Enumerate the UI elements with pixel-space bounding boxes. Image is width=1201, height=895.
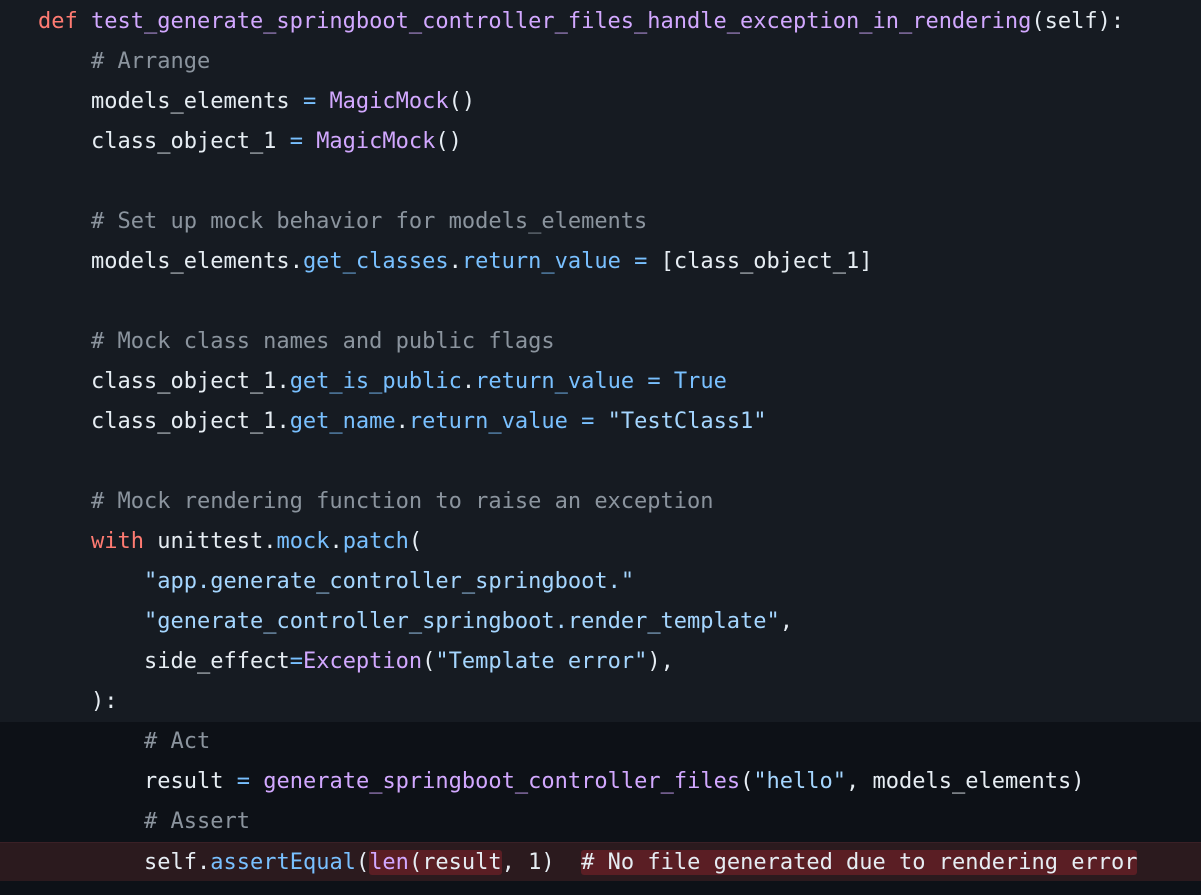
attribute: mock [276, 529, 330, 554]
operator: = [634, 249, 648, 274]
attribute: return_value [475, 369, 635, 394]
method: assertEqual [210, 850, 356, 875]
error-highlight: len(result [369, 850, 502, 875]
punct: ): [91, 689, 118, 714]
operator: = [647, 369, 661, 394]
call-args: , models_elements) [846, 769, 1085, 794]
function-name: test_generate_springboot_controller_file… [91, 9, 1032, 34]
keyword-def: def [38, 9, 78, 34]
string: "Template error" [435, 649, 648, 674]
code-line-3: models_elements = MagicMock() [0, 82, 1201, 122]
comment: # Mock rendering function to raise an ex… [91, 489, 714, 514]
call-args: () [435, 129, 462, 154]
string: "TestClass1" [607, 409, 767, 434]
operator: = [289, 129, 303, 154]
string: "app.generate_controller_springboot." [144, 569, 635, 594]
code-line-6: # Set up mock behavior for models_elemen… [0, 202, 1201, 242]
constant: True [673, 369, 727, 394]
code-line-20: result = generate_springboot_controller_… [0, 762, 1201, 802]
value: [class_object_1] [660, 249, 873, 274]
variable: result [144, 769, 224, 794]
attribute: get_is_public [289, 369, 462, 394]
punct: , [779, 609, 794, 634]
operator: = [289, 649, 303, 674]
code-line-15: "app.generate_controller_springboot." [0, 562, 1201, 602]
object: class_object_1 [91, 369, 277, 394]
call-name: Exception [302, 649, 423, 674]
string: "hello" [753, 769, 847, 794]
paren: ( [408, 529, 423, 554]
object: self [144, 850, 197, 875]
code-line-17: side_effect=Exception("Template error"), [144, 649, 674, 674]
attribute: get_classes [302, 249, 449, 274]
punct: ), [647, 649, 674, 674]
kwarg: side_effect [144, 649, 290, 674]
argument: result [422, 850, 502, 875]
operator: = [236, 769, 250, 794]
string: "generate_controller_springboot.render_t… [144, 609, 780, 634]
operator: = [302, 89, 317, 114]
code-line-11: class_object_1.get_name.return_value = "… [91, 409, 767, 434]
code-line-22: self.assertEqual(len(result, 1) # No fil… [0, 842, 1201, 882]
call-name: generate_springboot_controller_files [263, 769, 741, 794]
error-comment: # No file generated due to rendering err… [581, 850, 1138, 875]
code-line-14: with unittest.mock.patch( [91, 529, 423, 554]
comment-arrange: # Arrange [91, 49, 211, 74]
attribute: get_name [289, 409, 396, 434]
bottom-bar [0, 881, 1201, 895]
comment: # Mock class names and public flags [91, 329, 555, 354]
object: class_object_1 [91, 409, 277, 434]
call-name: MagicMock [329, 89, 449, 114]
code-line-7: models_elements.get_classes.return_value… [91, 249, 873, 274]
params: (self): [1031, 9, 1125, 34]
code-line-9: # Mock class names and public flags [0, 322, 1201, 362]
call-args: , 1) [501, 850, 555, 875]
call-name: len [369, 850, 409, 875]
code-line-4: class_object_1 = MagicMock() [0, 122, 1201, 162]
variable: models_elements [91, 89, 290, 114]
variable: class_object_1 [91, 129, 277, 154]
module: unittest [157, 529, 264, 554]
call-args: () [448, 89, 476, 114]
code-editor[interactable]: def test_generate_springboot_controller_… [0, 0, 1201, 895]
code-line-21: # Assert [0, 802, 1201, 842]
comment: # Set up mock behavior for models_elemen… [91, 209, 648, 234]
comment: # Assert [144, 809, 250, 834]
attribute: patch [342, 529, 409, 554]
code-line-1: def test_generate_springboot_controller_… [0, 2, 1201, 42]
code-line-19: # Act [0, 722, 1201, 762]
call-name: MagicMock [316, 129, 436, 154]
code-line-10: class_object_1.get_is_public.return_valu… [91, 369, 727, 394]
attribute: return_value [408, 409, 568, 434]
keyword-with: with [91, 529, 144, 554]
code-line-13: # Mock rendering function to raise an ex… [0, 482, 1201, 522]
attribute: return_value [461, 249, 621, 274]
code-line-16: "generate_controller_springboot.render_t… [0, 602, 1201, 642]
object: models_elements [91, 249, 290, 274]
comment: # Act [144, 729, 211, 754]
code-lines: def test_generate_springboot_controller_… [0, 2, 1201, 882]
code-line-18: ): [0, 682, 1201, 722]
code-line-2: # Arrange [0, 42, 1201, 82]
operator: = [581, 409, 595, 434]
